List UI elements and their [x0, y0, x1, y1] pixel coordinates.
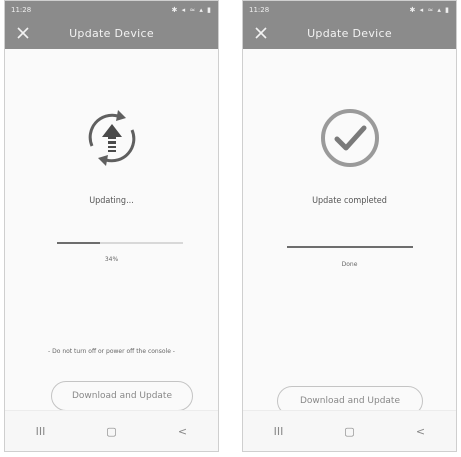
content-area: Update completed Done Download and Updat… — [243, 49, 456, 416]
progress-bar-fill — [287, 246, 413, 248]
back-button[interactable]: < — [401, 425, 441, 438]
status-icons: ✱ ◂ ≈ ▴ ▮ — [409, 6, 450, 14]
recent-apps-button[interactable]: III — [21, 425, 61, 438]
progress-bar-fill — [57, 242, 100, 244]
page-title: Update Device — [307, 27, 392, 40]
checkmark-circle-icon — [320, 109, 379, 167]
recent-apps-button[interactable]: III — [259, 425, 299, 438]
status-time: 11:28 — [249, 6, 270, 14]
update-status-text: Updating... — [89, 196, 134, 206]
home-button[interactable]: ▢ — [92, 425, 132, 438]
update-status-text: Update completed — [312, 196, 387, 206]
page-title: Update Device — [69, 27, 154, 40]
back-button[interactable]: < — [163, 425, 203, 438]
phone-screen-completed: 11:28 ✱ ◂ ≈ ▴ ▮ Update Device Update com… — [242, 0, 457, 452]
progress-label: 34% — [104, 256, 119, 263]
title-bar: Update Device — [243, 19, 456, 49]
progress-label: Done — [341, 261, 358, 268]
progress-bar — [287, 246, 413, 248]
update-arrow-icon — [88, 110, 135, 166]
status-bar: 11:28 ✱ ◂ ≈ ▴ ▮ — [5, 1, 218, 19]
status-bar: 11:28 ✱ ◂ ≈ ▴ ▮ — [243, 1, 456, 19]
home-button[interactable]: ▢ — [330, 425, 370, 438]
title-bar: Update Device — [5, 19, 218, 49]
android-nav-bar: III ▢ < — [5, 410, 218, 451]
status-time: 11:28 — [11, 6, 32, 14]
phone-screen-updating: 11:28 ✱ ◂ ≈ ▴ ▮ Update Device Updating..… — [4, 0, 219, 452]
status-icons: ✱ ◂ ≈ ▴ ▮ — [171, 6, 212, 14]
progress-bar — [57, 242, 183, 244]
do-not-power-off-notice: - Do not turn off or power off the conso… — [48, 348, 175, 355]
android-nav-bar: III ▢ < — [243, 410, 456, 451]
download-and-update-button[interactable]: Download and Update — [51, 381, 193, 411]
content-area: Updating... 34% - Do not turn off or pow… — [5, 49, 218, 411]
